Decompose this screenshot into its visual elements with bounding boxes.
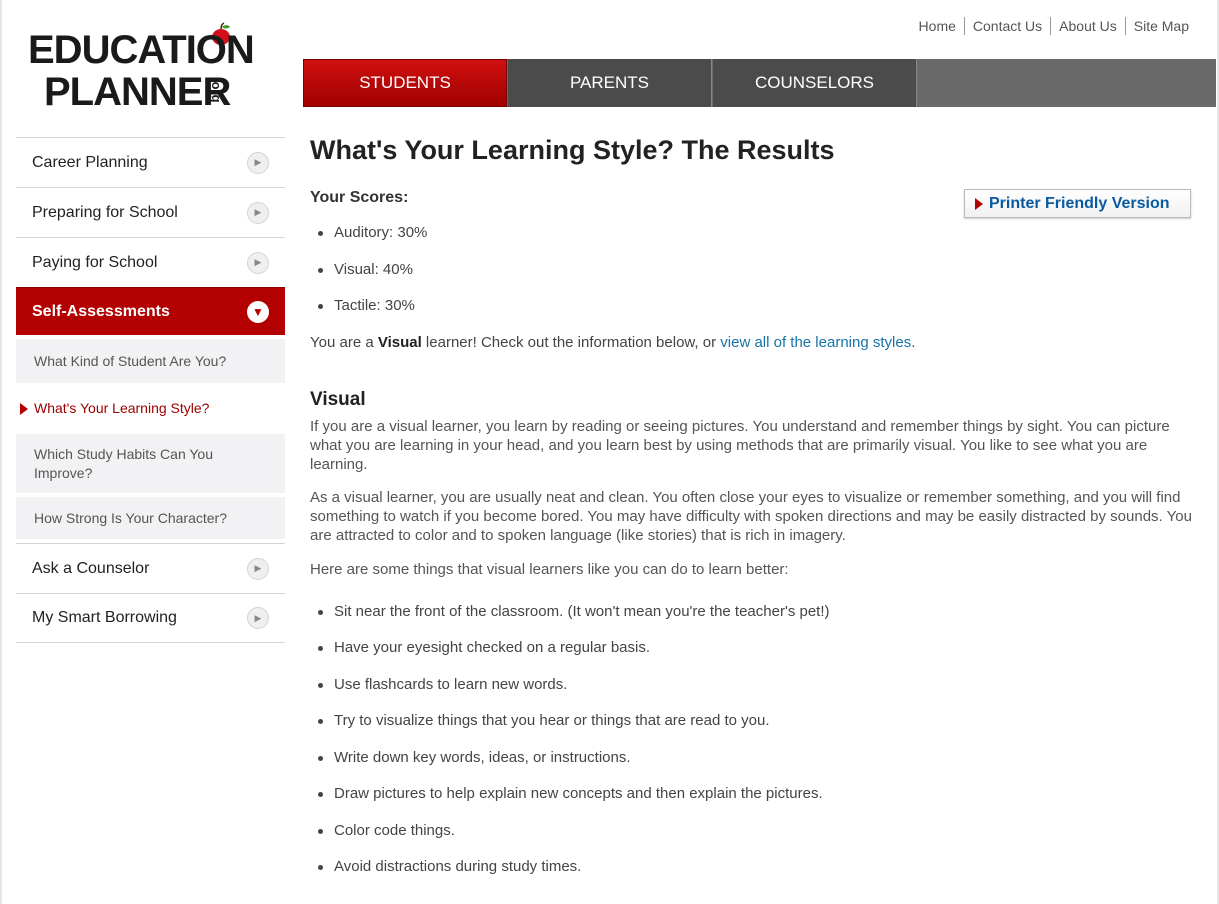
chevron-right-icon: ▶ <box>247 201 269 224</box>
sidebar-item-my-smart-borrowing[interactable]: My Smart Borrowing ▶ <box>16 593 285 643</box>
main-tabs: STUDENTS PARENTS COUNSELORS <box>303 59 1216 107</box>
tab-parents[interactable]: PARENTS <box>508 59 712 107</box>
logo-line2: PLANNER <box>44 70 231 114</box>
chevron-right-icon: ▶ <box>247 251 269 274</box>
sidebar-item-preparing-for-school[interactable]: Preparing for School ▶ <box>16 187 285 237</box>
list-item: Draw pictures to help explain new concep… <box>310 785 1195 822</box>
score-tactile: Tactile: 30% <box>310 297 1195 334</box>
result-suffix: . <box>911 333 916 351</box>
sidebar-item-self-assessments[interactable]: Self-Assessments ▼ <box>16 287 285 335</box>
result-middle: learner! Check out the information below… <box>421 333 721 351</box>
subitem-character[interactable]: How Strong Is Your Character? <box>16 493 285 543</box>
sidebar-item-career-planning[interactable]: Career Planning ▶ <box>16 137 285 187</box>
view-all-styles-link[interactable]: view all of the learning styles <box>720 334 911 351</box>
sidebar-item-label: My Smart Borrowing <box>32 609 177 626</box>
logo-line1: EDUCATION <box>28 28 255 72</box>
printer-friendly-label: Printer Friendly Version <box>989 194 1170 212</box>
list-item: Try to visualize things that you hear or… <box>310 712 1195 749</box>
home-link[interactable]: Home <box>911 17 964 35</box>
printer-friendly-button[interactable]: Printer Friendly Version <box>964 189 1191 218</box>
sidebar-item-label: Ask a Counselor <box>32 559 150 577</box>
sidebar-item-label: Preparing for School <box>32 203 178 221</box>
tips-list: Sit near the front of the classroom. (It… <box>310 603 1195 895</box>
sidebar-item-ask-a-counselor[interactable]: Ask a Counselor ▶ <box>16 543 285 593</box>
chevron-down-icon: ▼ <box>247 300 269 323</box>
list-item: Avoid distractions during study times. <box>310 858 1195 895</box>
contact-us-link[interactable]: Contact Us <box>963 17 1050 35</box>
subitem-what-kind-of-student[interactable]: What Kind of Student Are You? <box>16 335 285 383</box>
tab-counselors[interactable]: COUNSELORS <box>713 59 917 107</box>
result-style: Visual <box>377 333 422 351</box>
tab-students[interactable]: STUDENTS <box>303 59 507 107</box>
score-auditory: Auditory: 30% <box>310 224 1195 261</box>
scores-list: Auditory: 30% Visual: 40% Tactile: 30% <box>310 224 1195 334</box>
chevron-right-icon: ▶ <box>247 557 269 580</box>
chevron-right-icon: ▶ <box>247 607 269 629</box>
list-item: Have your eyesight checked on a regular … <box>310 639 1195 676</box>
sidebar-item-label: Paying for School <box>32 253 158 271</box>
result-prefix: You are a <box>310 333 378 351</box>
tips-intro: Here are some things that visual learner… <box>310 560 789 578</box>
site-map-link[interactable]: Site Map <box>1124 17 1197 35</box>
utility-nav: Home Contact Us About Us Site Map <box>911 17 1197 35</box>
sidebar: Career Planning ▶ Preparing for School ▶… <box>16 137 285 643</box>
list-item: Write down key words, ideas, or instruct… <box>310 749 1195 786</box>
result-line: You are a Visual learner! Check out the … <box>310 334 1195 351</box>
paragraph-1: If you are a visual learner, you learn b… <box>310 417 1170 473</box>
subitem-study-habits[interactable]: Which Study Habits Can You Improve? <box>16 430 285 493</box>
about-us-link[interactable]: About Us <box>1050 17 1125 35</box>
logo-suffix: .org <box>209 78 224 103</box>
list-item: Use flashcards to learn new words. <box>310 676 1195 713</box>
chevron-right-icon: ▶ <box>247 151 269 174</box>
list-item: Sit near the front of the classroom. (It… <box>310 603 1195 640</box>
score-visual: Visual: 40% <box>310 261 1195 298</box>
sidebar-item-paying-for-school[interactable]: Paying for School ▶ <box>16 237 285 287</box>
sidebar-item-label: Self-Assessments <box>32 302 170 320</box>
play-icon <box>975 198 983 210</box>
list-item: Color code things. <box>310 822 1195 859</box>
page-title: What's Your Learning Style? The Results <box>310 135 835 165</box>
sidebar-item-label: Career Planning <box>32 153 148 171</box>
paragraph-2: As a visual learner, you are usually nea… <box>310 488 1192 544</box>
subitem-learning-style[interactable]: What's Your Learning Style? <box>16 383 285 430</box>
site-logo[interactable]: EDUCATION PLANNER .org <box>28 22 278 112</box>
section-title: Visual <box>310 388 366 410</box>
main-content: What's Your Learning Style? The Results … <box>310 133 1195 895</box>
